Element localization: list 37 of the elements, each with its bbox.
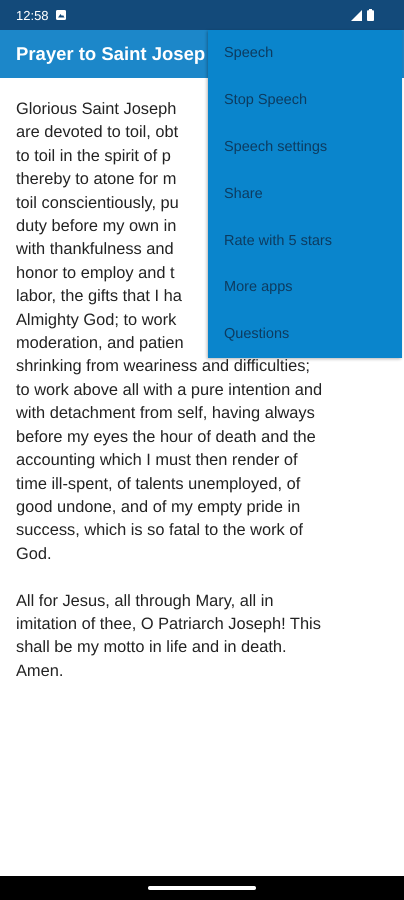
battery-icon: [367, 9, 374, 21]
menu-item[interactable]: Speech: [208, 30, 402, 77]
prayer-line: shall be my motto in life and in death.: [16, 637, 287, 658]
prayer-line: All for Jesus, all through Mary, all in: [16, 590, 274, 612]
prayer-line: time ill-spent, of talents unemployed, of: [16, 474, 300, 494]
prayer-line: moderation, and patien: [16, 333, 184, 354]
status-time: 12:58: [16, 8, 49, 22]
prayer-line: with detachment from self, having always: [16, 403, 315, 424]
prayer-line: toil conscientiously, pu: [16, 192, 179, 214]
prayer-line: success, which is so fatal to the work of: [16, 520, 303, 542]
prayer-line: to work above all with a pure intention and: [16, 380, 322, 401]
prayer-line: to toil in the spirit of p: [16, 146, 171, 167]
prayer-line: Glorious Saint Joseph: [16, 99, 176, 120]
menu-item[interactable]: Speech settings: [208, 124, 402, 170]
prayer-line: duty before my own in: [16, 216, 176, 238]
prayer-line: good undone, and of my empty pride in: [16, 496, 300, 518]
prayer-line: God.: [16, 544, 52, 565]
prayer-line: with thankfulness and: [16, 239, 174, 260]
prayer-line: Amen.: [16, 660, 64, 682]
menu-item[interactable]: Rate with 5 stars: [208, 217, 402, 264]
signal-icon: [351, 10, 362, 20]
menu-item[interactable]: More apps: [208, 264, 402, 311]
prayer-line: thereby to atone for m: [16, 169, 176, 190]
app-title: Prayer to Saint Josep: [16, 43, 206, 65]
prayer-line: Almighty God; to work: [16, 310, 176, 331]
prayer-line: imitation of thee, O Patriarch Joseph! This: [16, 614, 321, 635]
prayer-line: are devoted to toil, obt: [16, 122, 178, 144]
menu-item[interactable]: Questions: [208, 310, 402, 358]
notification-icon: [56, 10, 66, 20]
prayer-line: labor, the gifts that I ha: [16, 286, 182, 308]
prayer-line: accounting which I must then render of: [16, 450, 298, 472]
prayer-line: honor to employ and t: [16, 262, 175, 284]
prayer-line: before my eyes the hour of death and the: [16, 426, 316, 448]
home-handle[interactable]: [148, 886, 256, 890]
menu-item[interactable]: Share: [208, 170, 402, 218]
menu-item[interactable]: Stop Speech: [208, 76, 402, 124]
prayer-line: shrinking from weariness and difficulties;: [16, 356, 310, 378]
